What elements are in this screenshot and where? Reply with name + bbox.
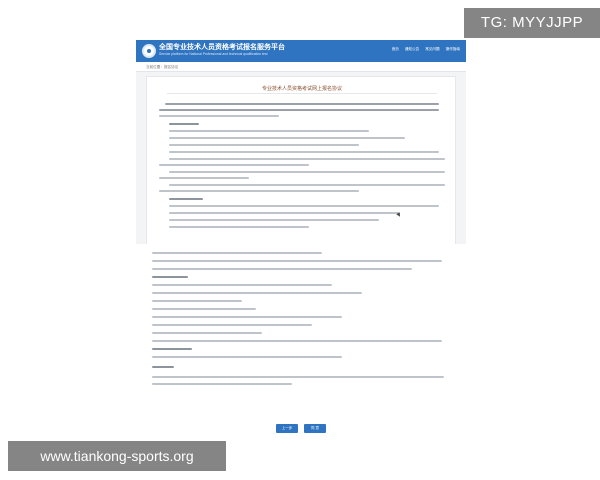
site-title: 全国专业技术人员资格考试报名服务平台: [159, 44, 285, 51]
agreement-text-lower-section: 上一步 同 意: [136, 244, 466, 440]
nav-item-notices[interactable]: 通知公告: [405, 47, 419, 52]
text-line: [152, 356, 342, 358]
text-line: [152, 276, 188, 278]
text-line: [159, 164, 309, 166]
agreement-actions: 上一步 同 意: [136, 424, 466, 433]
nav-item-home[interactable]: 首页: [392, 47, 399, 52]
text-line: [169, 219, 379, 221]
agree-button[interactable]: 同 意: [304, 424, 326, 433]
agreement-title: 专业技术人员资格考试网上报名协议: [261, 87, 342, 92]
site-subtitle: Service platform for National Profession…: [159, 52, 268, 56]
watermark-bottom-left: www.tiankong-sports.org: [8, 441, 226, 471]
text-line: [169, 123, 199, 125]
site-logo-icon: [142, 44, 156, 58]
breadcrumb-bar: 当前位置：报名协议: [136, 62, 466, 72]
text-line: [169, 151, 439, 153]
text-line: [152, 340, 442, 342]
text-line: [159, 115, 279, 117]
agreement-text-lower: [148, 248, 454, 398]
top-nav: 首页 通知公告 常见问题 操作指南: [392, 47, 460, 52]
text-line: [152, 366, 174, 368]
text-line: [152, 316, 342, 318]
text-line: [152, 348, 192, 350]
text-line: [169, 171, 445, 173]
text-line: [169, 144, 359, 146]
site-header: 全国专业技术人员资格考试报名服务平台 Service platform for …: [136, 40, 466, 62]
text-line: [152, 300, 242, 302]
text-line: [169, 158, 445, 160]
prev-step-button[interactable]: 上一步: [276, 424, 298, 433]
title-divider: [167, 93, 437, 94]
text-line: [152, 324, 312, 326]
text-line: [159, 177, 249, 179]
text-line: [152, 383, 292, 385]
text-line: [169, 226, 309, 228]
text-line: [152, 308, 256, 310]
text-line: [152, 268, 412, 270]
text-line: [165, 103, 439, 105]
text-line: [169, 205, 439, 207]
text-line: [152, 376, 444, 378]
text-line: [169, 184, 445, 186]
text-line: [152, 260, 442, 262]
text-line: [169, 198, 203, 200]
nav-item-faq[interactable]: 常见问题: [425, 47, 439, 52]
text-line: [159, 190, 359, 192]
text-line: [169, 137, 405, 139]
text-line: [152, 332, 262, 334]
text-line: [169, 130, 369, 132]
text-line: [152, 284, 332, 286]
text-line: [152, 292, 362, 294]
text-line: [169, 212, 399, 214]
text-line: [152, 252, 322, 254]
text-line: [159, 109, 439, 111]
watermark-top-right: TG: MYYJJPP: [464, 8, 600, 38]
breadcrumb: 当前位置：报名协议: [146, 65, 179, 69]
nav-item-guide[interactable]: 操作指南: [446, 47, 460, 52]
